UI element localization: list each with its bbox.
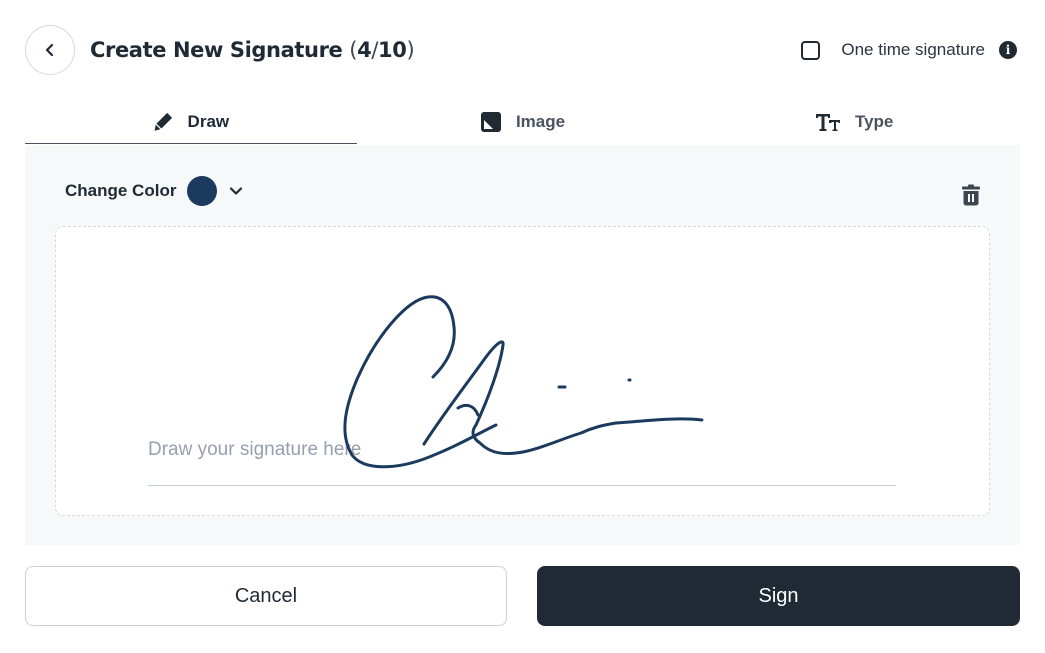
- pencil-icon: [153, 111, 174, 132]
- tab-draw[interactable]: Draw: [25, 98, 357, 145]
- one-time-signature-label[interactable]: One time signature: [841, 40, 985, 60]
- count-close: ): [406, 38, 415, 62]
- trash-icon[interactable]: [962, 184, 980, 211]
- page-title: Create New Signature (4/10): [90, 38, 415, 62]
- count-open: (: [349, 38, 358, 62]
- text-size-icon: [815, 112, 841, 132]
- signature-drawing: [343, 295, 704, 469]
- tab-draw-label: Draw: [187, 111, 230, 131]
- tab-type[interactable]: Type: [688, 98, 1020, 145]
- count-current: 4: [357, 38, 372, 62]
- sign-button[interactable]: Sign: [537, 566, 1020, 626]
- chevron-down-icon[interactable]: [229, 186, 243, 196]
- back-button[interactable]: [25, 25, 75, 75]
- tab-image-label: Image: [515, 111, 566, 131]
- signature-tabs: Draw Image Type: [25, 98, 1020, 145]
- title-text: Create New Signature: [90, 38, 343, 62]
- count-total: 10: [378, 38, 407, 62]
- change-color-control: Change Color: [65, 176, 243, 206]
- signature-stroke-h: [422, 340, 704, 455]
- info-icon[interactable]: i: [999, 41, 1017, 59]
- signature-stroke-c: [343, 295, 498, 469]
- color-swatch[interactable]: [187, 176, 218, 206]
- signature-canvas[interactable]: Draw your signature here: [55, 226, 990, 516]
- count-sep: /: [371, 38, 378, 62]
- draw-panel: Change Color Draw your signature here: [25, 145, 1020, 545]
- one-time-signature-checkbox[interactable]: [801, 40, 821, 60]
- cancel-button[interactable]: Cancel: [25, 566, 507, 626]
- tab-type-label: Type: [854, 111, 894, 131]
- tab-image[interactable]: Image: [357, 98, 689, 145]
- chevron-left-icon: [45, 43, 54, 57]
- change-color-label: Change Color: [65, 181, 177, 200]
- image-icon: [480, 111, 502, 133]
- one-time-signature-option: One time signature i: [801, 40, 1017, 60]
- signature-stroke-h-cross: [456, 403, 480, 417]
